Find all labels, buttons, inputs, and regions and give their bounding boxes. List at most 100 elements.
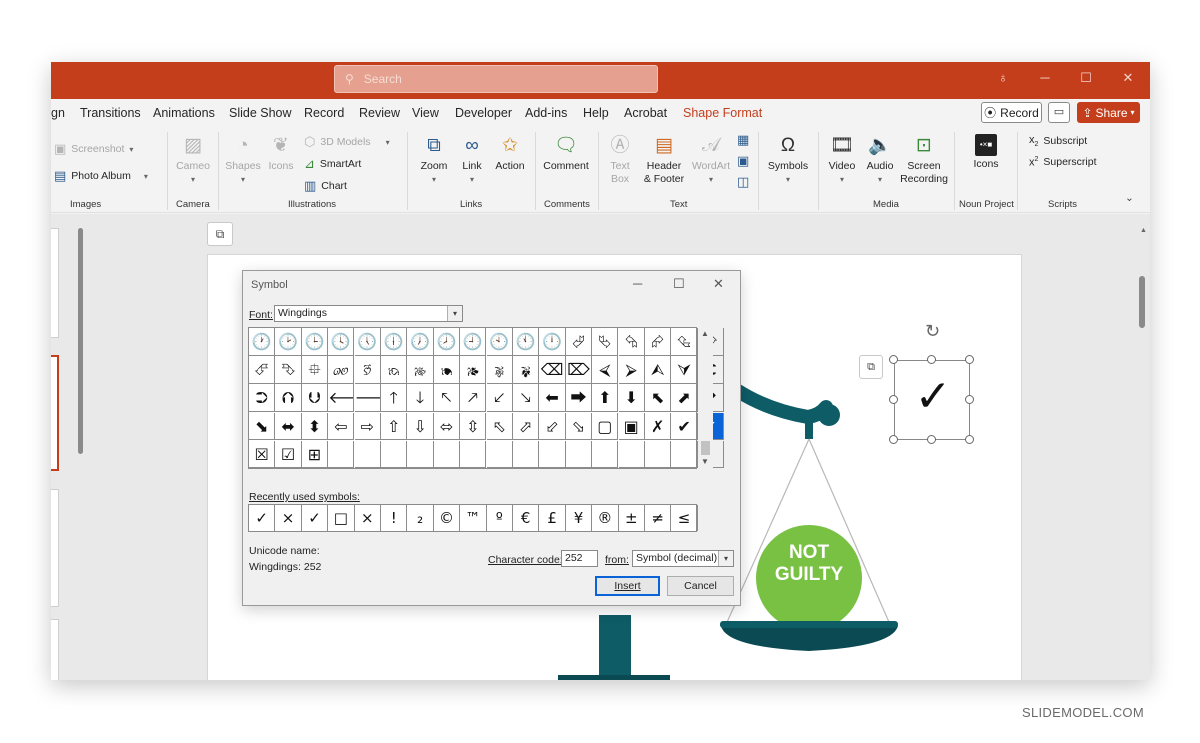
from-select[interactable]: Symbol (decimal) ▾ xyxy=(632,550,734,567)
tab-developer[interactable]: Developer xyxy=(455,106,512,120)
selected-symbol-textbox[interactable]: ✓ xyxy=(894,360,970,440)
symbol-cell[interactable]: ⮙ xyxy=(645,356,672,384)
symbol-cell[interactable]: ⮚ xyxy=(618,356,645,384)
symbol-cell[interactable]: 🕙 xyxy=(486,328,513,356)
symbol-cell[interactable]: ⬅ xyxy=(539,384,566,412)
close-icon[interactable]: ✕ xyxy=(1120,70,1136,86)
slide-thumbnail-selected[interactable] xyxy=(51,355,59,471)
text-box-button[interactable]: Ⓐ Text Box xyxy=(604,134,636,186)
cancel-button[interactable]: Cancel xyxy=(667,576,734,596)
symbol-cell[interactable] xyxy=(645,440,672,469)
maximize-icon[interactable]: ☐ xyxy=(673,276,685,292)
recent-symbol-cell[interactable]: ✓ xyxy=(249,505,276,531)
symbol-cell[interactable]: 🙗 xyxy=(513,356,540,384)
action-button[interactable]: ✩ Action xyxy=(491,134,529,173)
symbol-cell[interactable]: 🡖 xyxy=(513,384,540,412)
smartart-button[interactable]: ⊿ SmartArt xyxy=(304,156,361,172)
symbol-cell[interactable]: ☒ xyxy=(249,440,276,469)
recent-symbol-cell[interactable]: □ xyxy=(328,505,355,531)
font-select[interactable]: Wingdings ▾ xyxy=(274,305,463,322)
symbols-button[interactable]: Ω Symbols ▾ xyxy=(764,134,812,186)
symbol-cell[interactable]: ⬈ xyxy=(671,384,698,412)
symbol-cell[interactable] xyxy=(354,440,381,469)
close-icon[interactable]: ✕ xyxy=(713,276,724,292)
shapes-button[interactable]: ◔ Shapes ▾ xyxy=(224,134,262,186)
resize-handle[interactable] xyxy=(927,355,936,364)
comments-button[interactable]: ▭ xyxy=(1048,102,1070,123)
symbol-cell[interactable]: 🕑 xyxy=(275,328,302,356)
symbol-cell[interactable]: 🕗 xyxy=(433,328,461,356)
cameo-button[interactable]: ▨ Cameo ▾ xyxy=(175,134,211,186)
resize-handle[interactable] xyxy=(965,435,974,444)
slide-thumbnail[interactable] xyxy=(51,489,59,607)
tab-acrobat[interactable]: Acrobat xyxy=(624,106,667,120)
icons-button[interactable]: ❦ Icons xyxy=(264,134,298,173)
scroll-up-icon[interactable]: ▲ xyxy=(701,329,709,338)
insert-button[interactable]: Insert xyxy=(595,576,660,596)
scroll-up-icon[interactable]: ▲ xyxy=(1140,227,1147,234)
symbol-cell[interactable] xyxy=(328,440,355,469)
symbol-cell[interactable]: 🡒 xyxy=(354,384,381,412)
collapse-ribbon-icon[interactable]: ⌄ xyxy=(1125,192,1134,204)
symbol-cell[interactable]: ⇩ xyxy=(407,412,434,441)
symbol-cell[interactable]: 🡓 xyxy=(407,384,434,412)
slide-number-button[interactable]: ▣ xyxy=(737,153,749,169)
symbol-cell[interactable]: ⊞ xyxy=(301,440,329,469)
symbol-cell[interactable]: ⮲ xyxy=(618,328,645,356)
symbol-cell[interactable]: ⮱ xyxy=(592,328,619,356)
symbol-cell[interactable]: 🡗 xyxy=(486,384,513,412)
symbol-cell[interactable]: ▣ xyxy=(618,412,645,441)
3d-models-button[interactable]: ⬡ 3D Models ▾ xyxy=(304,134,390,150)
symbol-cell[interactable]: 🕘 xyxy=(460,328,487,356)
symbol-cell[interactable]: ⮶ xyxy=(249,356,276,384)
slide-scrollbar[interactable] xyxy=(1139,276,1145,328)
tab-animations[interactable]: Animations xyxy=(153,106,215,120)
symbol-cell[interactable]: ⮊ xyxy=(249,384,276,412)
recent-symbol-cell[interactable]: ¥ xyxy=(566,505,593,531)
symbol-cell[interactable] xyxy=(618,440,645,469)
header-footer-button[interactable]: ▤ Header & Footer xyxy=(641,134,687,186)
wordart-button[interactable]: 𝒜 WordArt ▾ xyxy=(689,134,733,186)
minimize-icon[interactable]: ─ xyxy=(1037,70,1053,85)
symbol-cell[interactable]: ⌫ xyxy=(539,356,566,384)
chart-button[interactable]: ▥ Chart xyxy=(304,178,347,194)
symbol-cell[interactable]: ⮛ xyxy=(671,356,698,384)
symbol-cell[interactable]: ⬂ xyxy=(565,412,593,441)
symbol-cell[interactable]: ⇨ xyxy=(354,412,381,441)
search-box[interactable]: ⚲ Search xyxy=(334,65,658,93)
symbol-cell[interactable]: 🕚 xyxy=(513,328,540,356)
recent-symbol-cell[interactable]: ® xyxy=(592,505,619,531)
scroll-down-icon[interactable]: ▼ xyxy=(701,457,709,466)
recent-symbol-cell[interactable]: ™ xyxy=(460,505,487,531)
maximize-icon[interactable]: ☐ xyxy=(1078,70,1094,86)
symbol-cell[interactable]: ⬁ xyxy=(486,412,513,441)
symbol-cell[interactable]: ⮷ xyxy=(275,356,302,384)
symbol-cell[interactable] xyxy=(460,440,487,469)
symbol-cell[interactable]: ⮳ xyxy=(645,328,672,356)
slide-thumbnail[interactable] xyxy=(51,619,59,680)
rotate-handle-icon[interactable]: ↻ xyxy=(925,321,940,342)
symbol-cell[interactable]: ⬆ xyxy=(592,384,619,412)
symbol-cell[interactable]: 🙒 xyxy=(381,356,408,384)
tab-review[interactable]: Review xyxy=(359,106,400,120)
symbol-cell[interactable]: 🙕 xyxy=(460,356,487,384)
subscript-button[interactable]: x2 Subscript xyxy=(1029,134,1087,148)
slide-thumbnail[interactable] xyxy=(51,228,59,338)
recent-symbol-cell[interactable]: × xyxy=(275,505,302,531)
recent-symbol-cell[interactable]: € xyxy=(513,505,540,531)
symbol-cell[interactable]: 🙖 xyxy=(486,356,513,384)
recent-symbol-cell[interactable]: ≠ xyxy=(645,505,672,531)
tab-shape-format[interactable]: Shape Format xyxy=(683,106,762,120)
symbol-cell[interactable]: 🕛 xyxy=(539,328,566,356)
share-button[interactable]: ⇪ Share ▾ xyxy=(1077,102,1140,123)
symbol-cell[interactable]: 🕕 xyxy=(381,328,408,356)
tab-add-ins[interactable]: Add-ins xyxy=(525,106,567,120)
resize-handle[interactable] xyxy=(889,355,898,364)
tab-help[interactable]: Help xyxy=(583,106,609,120)
photo-album-button[interactable]: ▤ Photo Album ▾ xyxy=(54,168,148,184)
resize-handle[interactable] xyxy=(927,435,936,444)
symbol-cell[interactable] xyxy=(407,440,434,469)
symbol-cell[interactable]: ▢ xyxy=(592,412,619,441)
minimize-icon[interactable]: ─ xyxy=(633,276,642,291)
symbol-cell[interactable] xyxy=(565,440,593,469)
